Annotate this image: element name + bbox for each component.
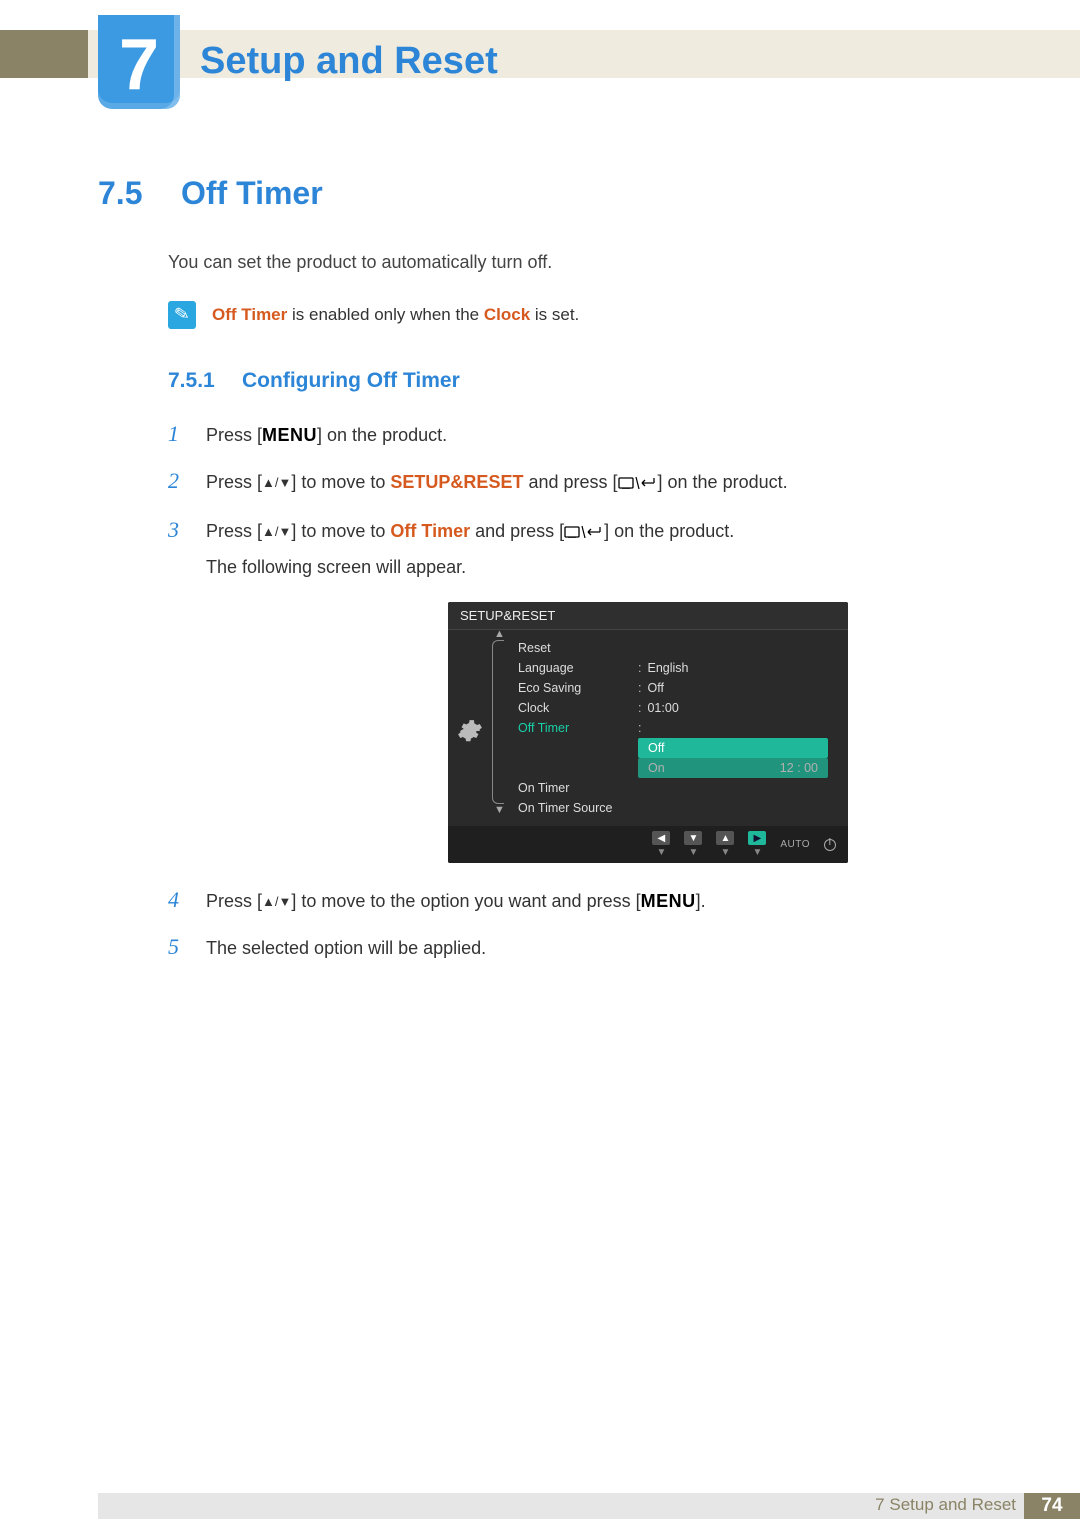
osd-bracket [492, 640, 504, 804]
osd-auto-label: AUTO [780, 839, 810, 850]
osd-btn-up: ▲▼ [716, 831, 734, 858]
source-enter-icon [564, 519, 604, 548]
osd-btn-right: ▶▼ [748, 831, 766, 858]
source-enter-icon [618, 470, 658, 499]
osd-btn-down: ▼▼ [684, 831, 702, 858]
updown-icon: ▲/▼ [262, 524, 291, 539]
content-body: 7.5 Off Timer You can set the product to… [98, 175, 990, 981]
step-3: 3 Press [▲/▼] to move to Off Timer and p… [168, 517, 990, 583]
osd-sub-on: On 12 : 00 [638, 758, 828, 778]
osd-submenu: Off On 12 : 00 [638, 738, 828, 778]
off-timer-label: Off Timer [390, 521, 470, 541]
menu-label: MENU [641, 891, 696, 911]
osd-scroll-up-icon: ▲ [494, 628, 505, 640]
steps-list: 1 Press [MENU] on the product. 2 Press [… [168, 421, 990, 963]
step-1-num: 1 [168, 421, 188, 447]
step-2-num: 2 [168, 468, 188, 494]
osd-sub-off: Off [638, 738, 828, 758]
step-3-num: 3 [168, 517, 188, 543]
section-title: Off Timer [181, 175, 323, 212]
osd-btn-left: ◀▼ [652, 831, 670, 858]
footer-page-number: 74 [1024, 1493, 1080, 1519]
note-offtimer: Off Timer [212, 305, 287, 324]
step-3-text: Press [▲/▼] to move to Off Timer and pre… [206, 517, 734, 583]
menu-label: MENU [262, 425, 317, 445]
setup-reset-label: SETUP&RESET [390, 472, 523, 492]
osd-item-offtimer: Off Timer : [500, 718, 840, 738]
osd-body: ▲ Reset Language : English Eco Saving : [448, 630, 848, 826]
osd-item-ecosaving: Eco Saving : Off [500, 678, 840, 698]
updown-icon: ▲/▼ [262, 475, 291, 490]
osd-item-clock: Clock : 01:00 [500, 698, 840, 718]
power-icon [824, 839, 836, 851]
subsection-heading: 7.5.1 Configuring Off Timer [168, 369, 990, 393]
osd-button-bar: ◀▼ ▼▼ ▲▼ ▶▼ AUTO [448, 826, 848, 863]
note-row: Off Timer is enabled only when the Clock… [168, 301, 990, 329]
osd-left-gear-col [448, 636, 492, 826]
chapter-title: Setup and Reset [200, 40, 498, 83]
osd-item-language: Language : English [500, 658, 840, 678]
step-4-text: Press [▲/▼] to move to the option you wa… [206, 887, 706, 916]
osd-item-ontimer: On Timer [500, 778, 840, 798]
note-suffix: is set. [530, 305, 579, 324]
osd-title: SETUP&RESET [448, 602, 848, 630]
footer: 7 Setup and Reset 74 [0, 1487, 1080, 1527]
step-5-text: The selected option will be applied. [206, 934, 486, 963]
step-1: 1 Press [MENU] on the product. [168, 421, 990, 450]
step-3-sub: The following screen will appear. [206, 553, 734, 582]
osd-screenshot: SETUP&RESET ▲ Reset Language : [448, 602, 990, 863]
step-4-num: 4 [168, 887, 188, 913]
section-number: 7.5 [98, 175, 153, 212]
pencil-note-icon [168, 301, 196, 329]
note-clock: Clock [484, 305, 530, 324]
subsection-title: Configuring Off Timer [242, 369, 460, 393]
subsection-number: 7.5.1 [168, 369, 224, 393]
section-heading: 7.5 Off Timer [98, 175, 990, 212]
step-2: 2 Press [▲/▼] to move to SETUP&RESET and… [168, 468, 990, 499]
intro-text: You can set the product to automatically… [168, 252, 990, 273]
chapter-badge: 7 [98, 15, 180, 109]
osd-panel: SETUP&RESET ▲ Reset Language : [448, 602, 848, 863]
step-4: 4 Press [▲/▼] to move to the option you … [168, 887, 990, 916]
osd-scroll-down-icon: ▼ [494, 804, 505, 816]
updown-icon: ▲/▼ [262, 894, 291, 909]
gear-icon [457, 718, 483, 744]
osd-item-ontimersource: On Timer Source [500, 798, 840, 818]
step-5: 5 The selected option will be applied. [168, 934, 990, 963]
step-1-text: Press [MENU] on the product. [206, 421, 447, 450]
osd-item-reset: Reset [500, 638, 840, 658]
note-mid: is enabled only when the [287, 305, 484, 324]
osd-menu: ▲ Reset Language : English Eco Saving : [492, 636, 848, 826]
note-text: Off Timer is enabled only when the Clock… [212, 305, 579, 325]
step-5-num: 5 [168, 934, 188, 960]
footer-chapter-label: 7 Setup and Reset [875, 1495, 1016, 1515]
step-2-text: Press [▲/▼] to move to SETUP&RESET and p… [206, 468, 788, 499]
